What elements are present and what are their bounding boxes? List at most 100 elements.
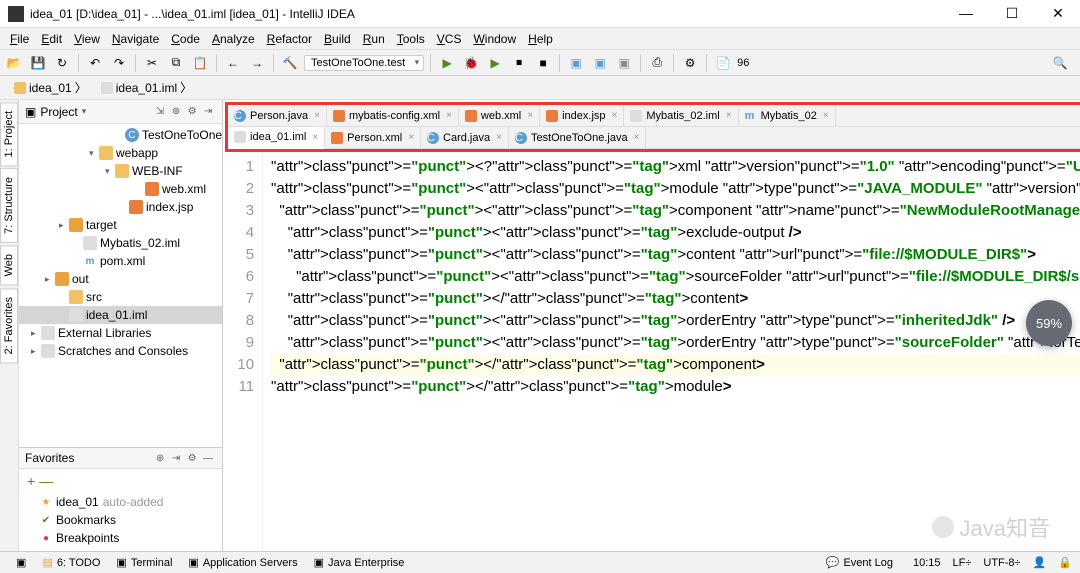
copy-icon[interactable]: ⧉ bbox=[166, 53, 186, 73]
editor-tab[interactable]: mMybatis_02× bbox=[739, 105, 836, 126]
todo-button[interactable]: ▤6: TODO bbox=[34, 556, 108, 569]
editor-tab[interactable]: CPerson.java× bbox=[228, 105, 327, 126]
favorite-item[interactable]: ★idea_01auto-added bbox=[19, 493, 222, 511]
collapse-icon[interactable]: ⇲ bbox=[152, 106, 168, 117]
tb-icon-3[interactable]: ▣ bbox=[614, 53, 634, 73]
close-tab-icon[interactable]: × bbox=[312, 132, 318, 143]
left-tab-3[interactable]: 2: Favorites bbox=[0, 288, 18, 363]
java-ee-button[interactable]: ▣Java Enterprise bbox=[306, 556, 413, 569]
cut-icon[interactable]: ✂ bbox=[142, 53, 162, 73]
sb-corner-icon[interactable]: ▣ bbox=[8, 556, 34, 569]
maximize-button[interactable]: ☐ bbox=[998, 5, 1026, 22]
menu-edit[interactable]: Edit bbox=[35, 30, 68, 48]
close-tab-icon[interactable]: × bbox=[408, 132, 414, 143]
close-tab-icon[interactable]: × bbox=[634, 132, 640, 143]
sync-icon[interactable]: ↻ bbox=[52, 53, 72, 73]
editor-tab[interactable]: Mybatis_02.iml× bbox=[624, 105, 738, 126]
hide-icon[interactable]: ⇥ bbox=[200, 106, 216, 117]
tree-item[interactable]: mpom.xml bbox=[19, 252, 222, 270]
menu-help[interactable]: Help bbox=[522, 30, 559, 48]
tree-item[interactable]: ▾WEB-INF bbox=[19, 162, 222, 180]
app-servers-button[interactable]: ▣Application Servers bbox=[180, 556, 305, 569]
close-button[interactable]: ✕ bbox=[1044, 5, 1072, 22]
menu-navigate[interactable]: Navigate bbox=[106, 30, 165, 48]
settings-icon[interactable]: ⚙ bbox=[184, 106, 200, 117]
menu-view[interactable]: View bbox=[68, 30, 106, 48]
close-tab-icon[interactable]: × bbox=[527, 110, 533, 121]
run-config-dropdown[interactable]: TestOneToOne.test bbox=[304, 55, 424, 71]
close-tab-icon[interactable]: × bbox=[726, 110, 732, 121]
tree-item[interactable]: Mybatis_02.iml bbox=[19, 234, 222, 252]
close-tab-icon[interactable]: × bbox=[496, 132, 502, 143]
editor-tab[interactable]: mybatis-config.xml× bbox=[327, 105, 459, 126]
menu-vcs[interactable]: VCS bbox=[431, 30, 468, 48]
editor-tab[interactable]: idea_01.iml× bbox=[228, 127, 325, 149]
redo-icon[interactable]: ↷ bbox=[109, 53, 129, 73]
lock-icon[interactable]: 🔒 bbox=[1058, 556, 1072, 569]
search-icon[interactable]: 🔍 bbox=[1050, 53, 1070, 73]
close-tab-icon[interactable]: × bbox=[446, 110, 452, 121]
editor-tab[interactable]: web.xml× bbox=[459, 105, 540, 126]
inspect-icon[interactable]: 👤 bbox=[1033, 556, 1047, 569]
breadcrumb-item[interactable]: idea_01.iml 〉 bbox=[95, 77, 198, 98]
fav-icon-1[interactable]: ⊕ bbox=[152, 453, 168, 464]
undo-icon[interactable]: ↶ bbox=[85, 53, 105, 73]
line-separator[interactable]: LF÷ bbox=[953, 557, 972, 569]
tree-item[interactable]: CTestOneToOne bbox=[19, 126, 222, 144]
paste-icon[interactable]: 📋 bbox=[190, 53, 210, 73]
back-icon[interactable]: ← bbox=[223, 53, 243, 73]
tree-item[interactable]: ▸Scratches and Consoles bbox=[19, 342, 222, 360]
tb-icon-2[interactable]: ▣ bbox=[590, 53, 610, 73]
fav-hide-icon[interactable]: — bbox=[200, 453, 216, 464]
close-tab-icon[interactable]: × bbox=[612, 110, 618, 121]
menu-code[interactable]: Code bbox=[165, 30, 206, 48]
tree-item[interactable]: ▾webapp bbox=[19, 144, 222, 162]
open-icon[interactable]: 📂 bbox=[4, 53, 24, 73]
encoding[interactable]: UTF-8÷ bbox=[983, 557, 1020, 569]
left-tab-0[interactable]: 1: Project bbox=[0, 102, 18, 166]
menu-refactor[interactable]: Refactor bbox=[261, 30, 318, 48]
menu-build[interactable]: Build bbox=[318, 30, 357, 48]
tree-item[interactable]: idea_01.iml bbox=[19, 306, 222, 324]
profile-icon[interactable]: ⏹ bbox=[509, 53, 529, 73]
tree-item[interactable]: web.xml bbox=[19, 180, 222, 198]
fav-settings-icon[interactable]: ⚙ bbox=[184, 453, 200, 464]
terminal-button[interactable]: ▣Terminal bbox=[108, 556, 180, 569]
left-tab-1[interactable]: 7: Structure bbox=[0, 168, 18, 243]
menu-analyze[interactable]: Analyze bbox=[206, 30, 261, 48]
locate-icon[interactable]: ⊕ bbox=[168, 106, 184, 117]
tree-item[interactable]: src bbox=[19, 288, 222, 306]
forward-icon[interactable]: → bbox=[247, 53, 267, 73]
favorite-item[interactable]: ✔Bookmarks bbox=[19, 511, 222, 529]
tree-item[interactable]: ▸External Libraries bbox=[19, 324, 222, 342]
run-icon[interactable]: ▶ bbox=[437, 53, 457, 73]
coverage-icon[interactable]: ▶ bbox=[485, 53, 505, 73]
code-content[interactable]: "attr">class"punct">="punct"><?"attr">cl… bbox=[263, 152, 1080, 551]
menu-file[interactable]: File bbox=[4, 30, 35, 48]
breadcrumb-item[interactable]: idea_01 〉 bbox=[8, 77, 93, 98]
editor-tab[interactable]: CCard.java× bbox=[421, 127, 509, 148]
editor-tab[interactable]: CTestOneToOne.java× bbox=[509, 127, 646, 148]
left-tab-2[interactable]: Web bbox=[0, 245, 18, 285]
event-log-button[interactable]: 💬Event Log bbox=[818, 556, 901, 569]
close-tab-icon[interactable]: × bbox=[314, 110, 320, 121]
save-icon[interactable]: 💾 bbox=[28, 53, 48, 73]
fav-icon-2[interactable]: ⇥ bbox=[168, 453, 184, 464]
favorite-item[interactable]: ●Breakpoints bbox=[19, 529, 222, 547]
editor-tab[interactable]: index.jsp× bbox=[540, 105, 624, 126]
close-tab-icon[interactable]: × bbox=[823, 110, 829, 121]
tb-icon-1[interactable]: ▣ bbox=[566, 53, 586, 73]
project-tree[interactable]: CTestOneToOne▾webapp▾WEB-INFweb.xmlindex… bbox=[19, 124, 222, 447]
menu-window[interactable]: Window bbox=[467, 30, 522, 48]
minimize-button[interactable]: — bbox=[952, 5, 980, 22]
tb-icon-4[interactable]: ⎙ bbox=[647, 53, 667, 73]
menu-run[interactable]: Run bbox=[357, 30, 391, 48]
tb-icon-6[interactable]: 📄 bbox=[713, 53, 733, 73]
build-icon[interactable]: 🔨 bbox=[280, 53, 300, 73]
tree-item[interactable]: index.jsp bbox=[19, 198, 222, 216]
debug-icon[interactable]: 🐞 bbox=[461, 53, 481, 73]
stop-icon[interactable]: ■ bbox=[533, 53, 553, 73]
tree-item[interactable]: ▸out bbox=[19, 270, 222, 288]
code-editor[interactable]: 1234567891011 "attr">class"punct">="punc… bbox=[223, 152, 1080, 551]
menu-tools[interactable]: Tools bbox=[391, 30, 431, 48]
